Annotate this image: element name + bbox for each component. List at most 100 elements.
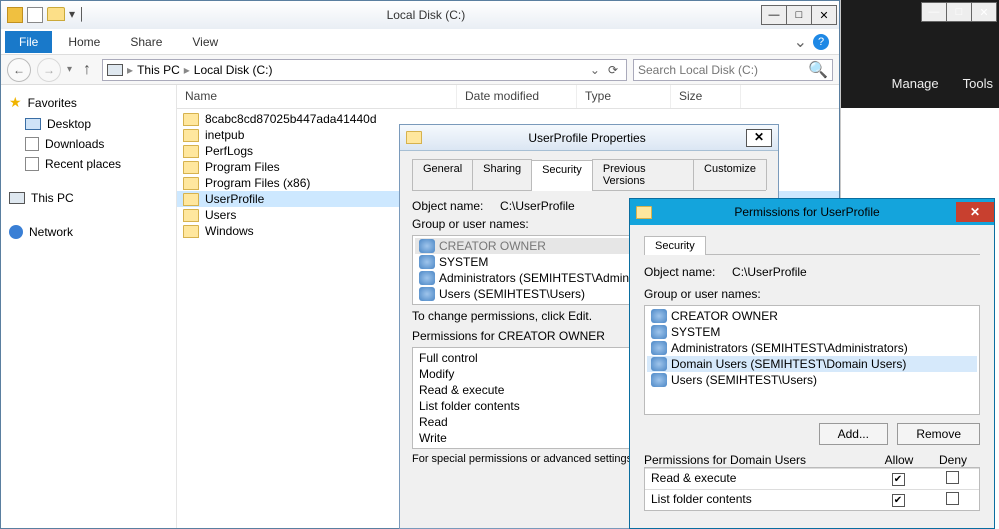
forward-button[interactable]: → xyxy=(37,58,61,82)
nav-network[interactable]: Network xyxy=(5,222,172,242)
col-header-date[interactable]: Date modified xyxy=(457,85,577,108)
group-icon xyxy=(651,325,667,339)
search-box[interactable]: 🔍 xyxy=(633,59,833,81)
address-row: ← → ▾ ↑ ▸ This PC ▸ Local Disk (C:) ⌄ ⟳ … xyxy=(1,55,839,85)
group-icon xyxy=(651,373,667,387)
file-name: 8cabc8cd87025b447ada41440d xyxy=(205,112,377,126)
tab-general[interactable]: General xyxy=(412,159,473,190)
nav-thispc-label: This PC xyxy=(31,191,74,205)
maximize-button[interactable]: □ xyxy=(786,5,812,25)
file-name: Windows xyxy=(205,224,254,238)
group-item[interactable]: SYSTEM xyxy=(647,324,977,340)
ribbon-tab-file[interactable]: File xyxy=(5,31,52,53)
help-icon[interactable]: ? xyxy=(813,34,829,50)
ribbon: File Home Share View ⌄ ? xyxy=(1,29,839,55)
search-icon[interactable]: 🔍 xyxy=(808,60,828,80)
folder-icon xyxy=(406,131,422,144)
permission-name: Read & execute xyxy=(645,471,871,487)
permission-row: Read & execute ✔ xyxy=(645,468,979,489)
breadcrumb-thispc[interactable]: This PC xyxy=(137,63,180,77)
nav-downloads-label: Downloads xyxy=(45,137,104,151)
properties-title: UserProfile Properties xyxy=(428,131,746,145)
folder-icon xyxy=(636,206,652,219)
ribbon-tab-share[interactable]: Share xyxy=(116,31,176,53)
pc-icon xyxy=(107,64,123,76)
up-button[interactable]: ↑ xyxy=(78,61,96,79)
group-name: Users (SEMIHTEST\Users) xyxy=(671,373,817,387)
tab-security[interactable]: Security xyxy=(644,236,706,255)
nav-thispc[interactable]: This PC xyxy=(5,188,172,208)
group-item[interactable]: Users (SEMIHTEST\Users) xyxy=(647,372,977,388)
explorer-titlebar: ▾ │ Local Disk (C:) — □ ✕ xyxy=(1,1,839,29)
file-name: Program Files (x86) xyxy=(205,176,310,190)
file-name: UserProfile xyxy=(205,192,264,206)
tab-previous-versions[interactable]: Previous Versions xyxy=(592,159,694,190)
add-button[interactable]: Add... xyxy=(819,423,888,445)
ribbon-tab-home[interactable]: Home xyxy=(54,31,114,53)
group-name: Administrators (SEMIHTEST\Administrators… xyxy=(671,341,908,355)
nav-favorites-label: Favorites xyxy=(28,96,77,110)
group-names-label: Group or user names: xyxy=(644,287,980,301)
window-title: Local Disk (C:) xyxy=(90,8,762,22)
file-name: Program Files xyxy=(205,160,280,174)
titlebar-overflow[interactable]: ▾ │ xyxy=(69,7,86,23)
ribbon-tab-view[interactable]: View xyxy=(178,31,232,53)
tab-security[interactable]: Security xyxy=(531,160,593,191)
group-name: CREATOR OWNER xyxy=(671,309,778,323)
col-header-size[interactable]: Size xyxy=(671,85,741,108)
deny-checkbox[interactable] xyxy=(946,492,959,505)
nav-recent[interactable]: Recent places xyxy=(5,154,172,174)
navigation-pane: ★ Favorites Desktop Downloads Recent pla… xyxy=(1,85,177,528)
group-item[interactable]: Domain Users (SEMIHTEST\Domain Users) xyxy=(647,356,977,372)
search-input[interactable] xyxy=(638,63,808,77)
nav-desktop[interactable]: Desktop xyxy=(5,114,172,134)
nav-recent-label: Recent places xyxy=(45,157,121,171)
group-icon xyxy=(651,309,667,323)
deny-header: Deny xyxy=(926,453,980,467)
folder-icon xyxy=(183,161,199,174)
bg-maximize-button[interactable]: □ xyxy=(946,2,972,22)
folder-icon xyxy=(183,225,199,238)
allow-header: Allow xyxy=(872,453,926,467)
folder-icon xyxy=(183,145,199,158)
remove-button[interactable]: Remove xyxy=(897,423,980,445)
desktop-icon xyxy=(25,118,41,130)
downloads-icon xyxy=(25,137,39,151)
bg-close-button[interactable]: ✕ xyxy=(971,2,997,22)
group-icon xyxy=(419,255,435,269)
breadcrumb-drive[interactable]: Local Disk (C:) xyxy=(194,63,273,77)
minimize-button[interactable]: — xyxy=(761,5,787,25)
history-dropdown-icon[interactable]: ▾ xyxy=(67,64,72,75)
allow-checkbox[interactable]: ✔ xyxy=(892,473,905,486)
address-bar[interactable]: ▸ This PC ▸ Local Disk (C:) ⌄ ⟳ xyxy=(102,59,627,81)
ribbon-expand-icon[interactable]: ⌄ xyxy=(794,32,807,52)
tab-customize[interactable]: Customize xyxy=(693,159,767,190)
deny-checkbox[interactable] xyxy=(946,471,959,484)
folder-icon xyxy=(47,7,65,21)
object-name-label: Object name: xyxy=(644,265,715,279)
permissions-dialog: Permissions for UserProfile ✕ Security O… xyxy=(629,198,995,529)
nav-downloads[interactable]: Downloads xyxy=(5,134,172,154)
group-item[interactable]: Administrators (SEMIHTEST\Administrators… xyxy=(647,340,977,356)
address-dropdown-icon[interactable]: ⌄ xyxy=(590,63,600,77)
properties-close-button[interactable]: ✕ xyxy=(746,129,772,147)
back-button[interactable]: ← xyxy=(7,58,31,82)
close-button[interactable]: ✕ xyxy=(811,5,837,25)
file-name: PerfLogs xyxy=(205,144,253,158)
bg-menu-manage[interactable]: Manage xyxy=(892,76,939,91)
permissions-for-label: Permissions for Domain Users xyxy=(644,453,872,467)
group-name: SYSTEM xyxy=(439,255,488,269)
bg-minimize-button[interactable]: — xyxy=(921,2,947,22)
group-icon xyxy=(419,271,435,285)
refresh-button[interactable]: ⟳ xyxy=(604,63,622,77)
group-item[interactable]: CREATOR OWNER xyxy=(647,308,977,324)
nav-favorites[interactable]: ★ Favorites xyxy=(5,91,172,114)
tab-sharing[interactable]: Sharing xyxy=(472,159,532,190)
allow-checkbox[interactable]: ✔ xyxy=(892,494,905,507)
recent-icon xyxy=(25,157,39,171)
group-list[interactable]: CREATOR OWNERSYSTEMAdministrators (SEMIH… xyxy=(644,305,980,415)
bg-menu-tools[interactable]: Tools xyxy=(963,76,993,91)
permissions-close-button[interactable]: ✕ xyxy=(956,202,994,222)
col-header-type[interactable]: Type xyxy=(577,85,671,108)
col-header-name[interactable]: Name xyxy=(177,85,457,108)
